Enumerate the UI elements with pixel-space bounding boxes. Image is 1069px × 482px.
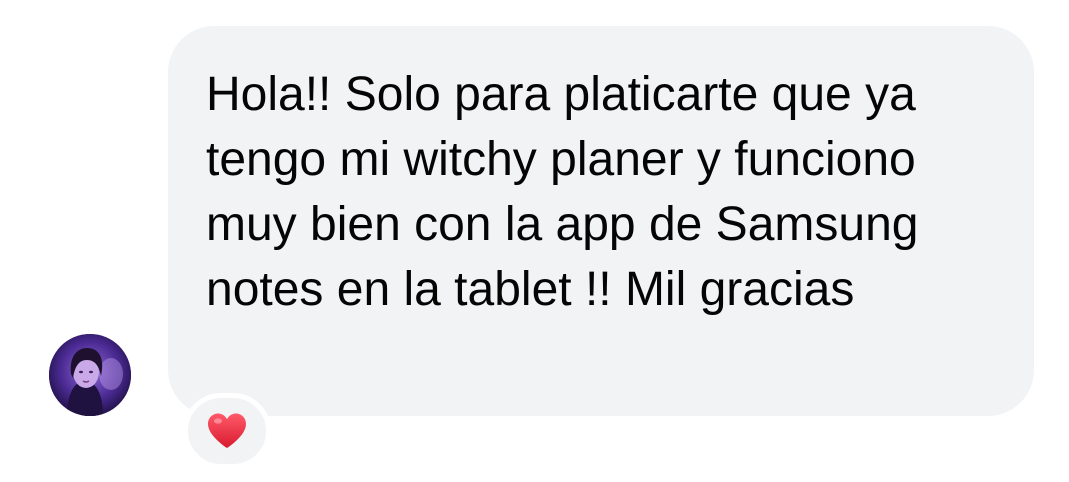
profile-photo-icon	[49, 334, 131, 416]
message-thread: Hola!! Solo para platicarte que ya tengo…	[0, 0, 1069, 482]
message-bubble[interactable]: Hola!! Solo para platicarte que ya tengo…	[168, 26, 1034, 416]
red-heart-icon	[208, 413, 246, 448]
message-text: Hola!! Solo para platicarte que ya tengo…	[206, 68, 919, 316]
reaction-badge[interactable]	[183, 393, 271, 469]
sender-avatar[interactable]	[49, 334, 131, 416]
